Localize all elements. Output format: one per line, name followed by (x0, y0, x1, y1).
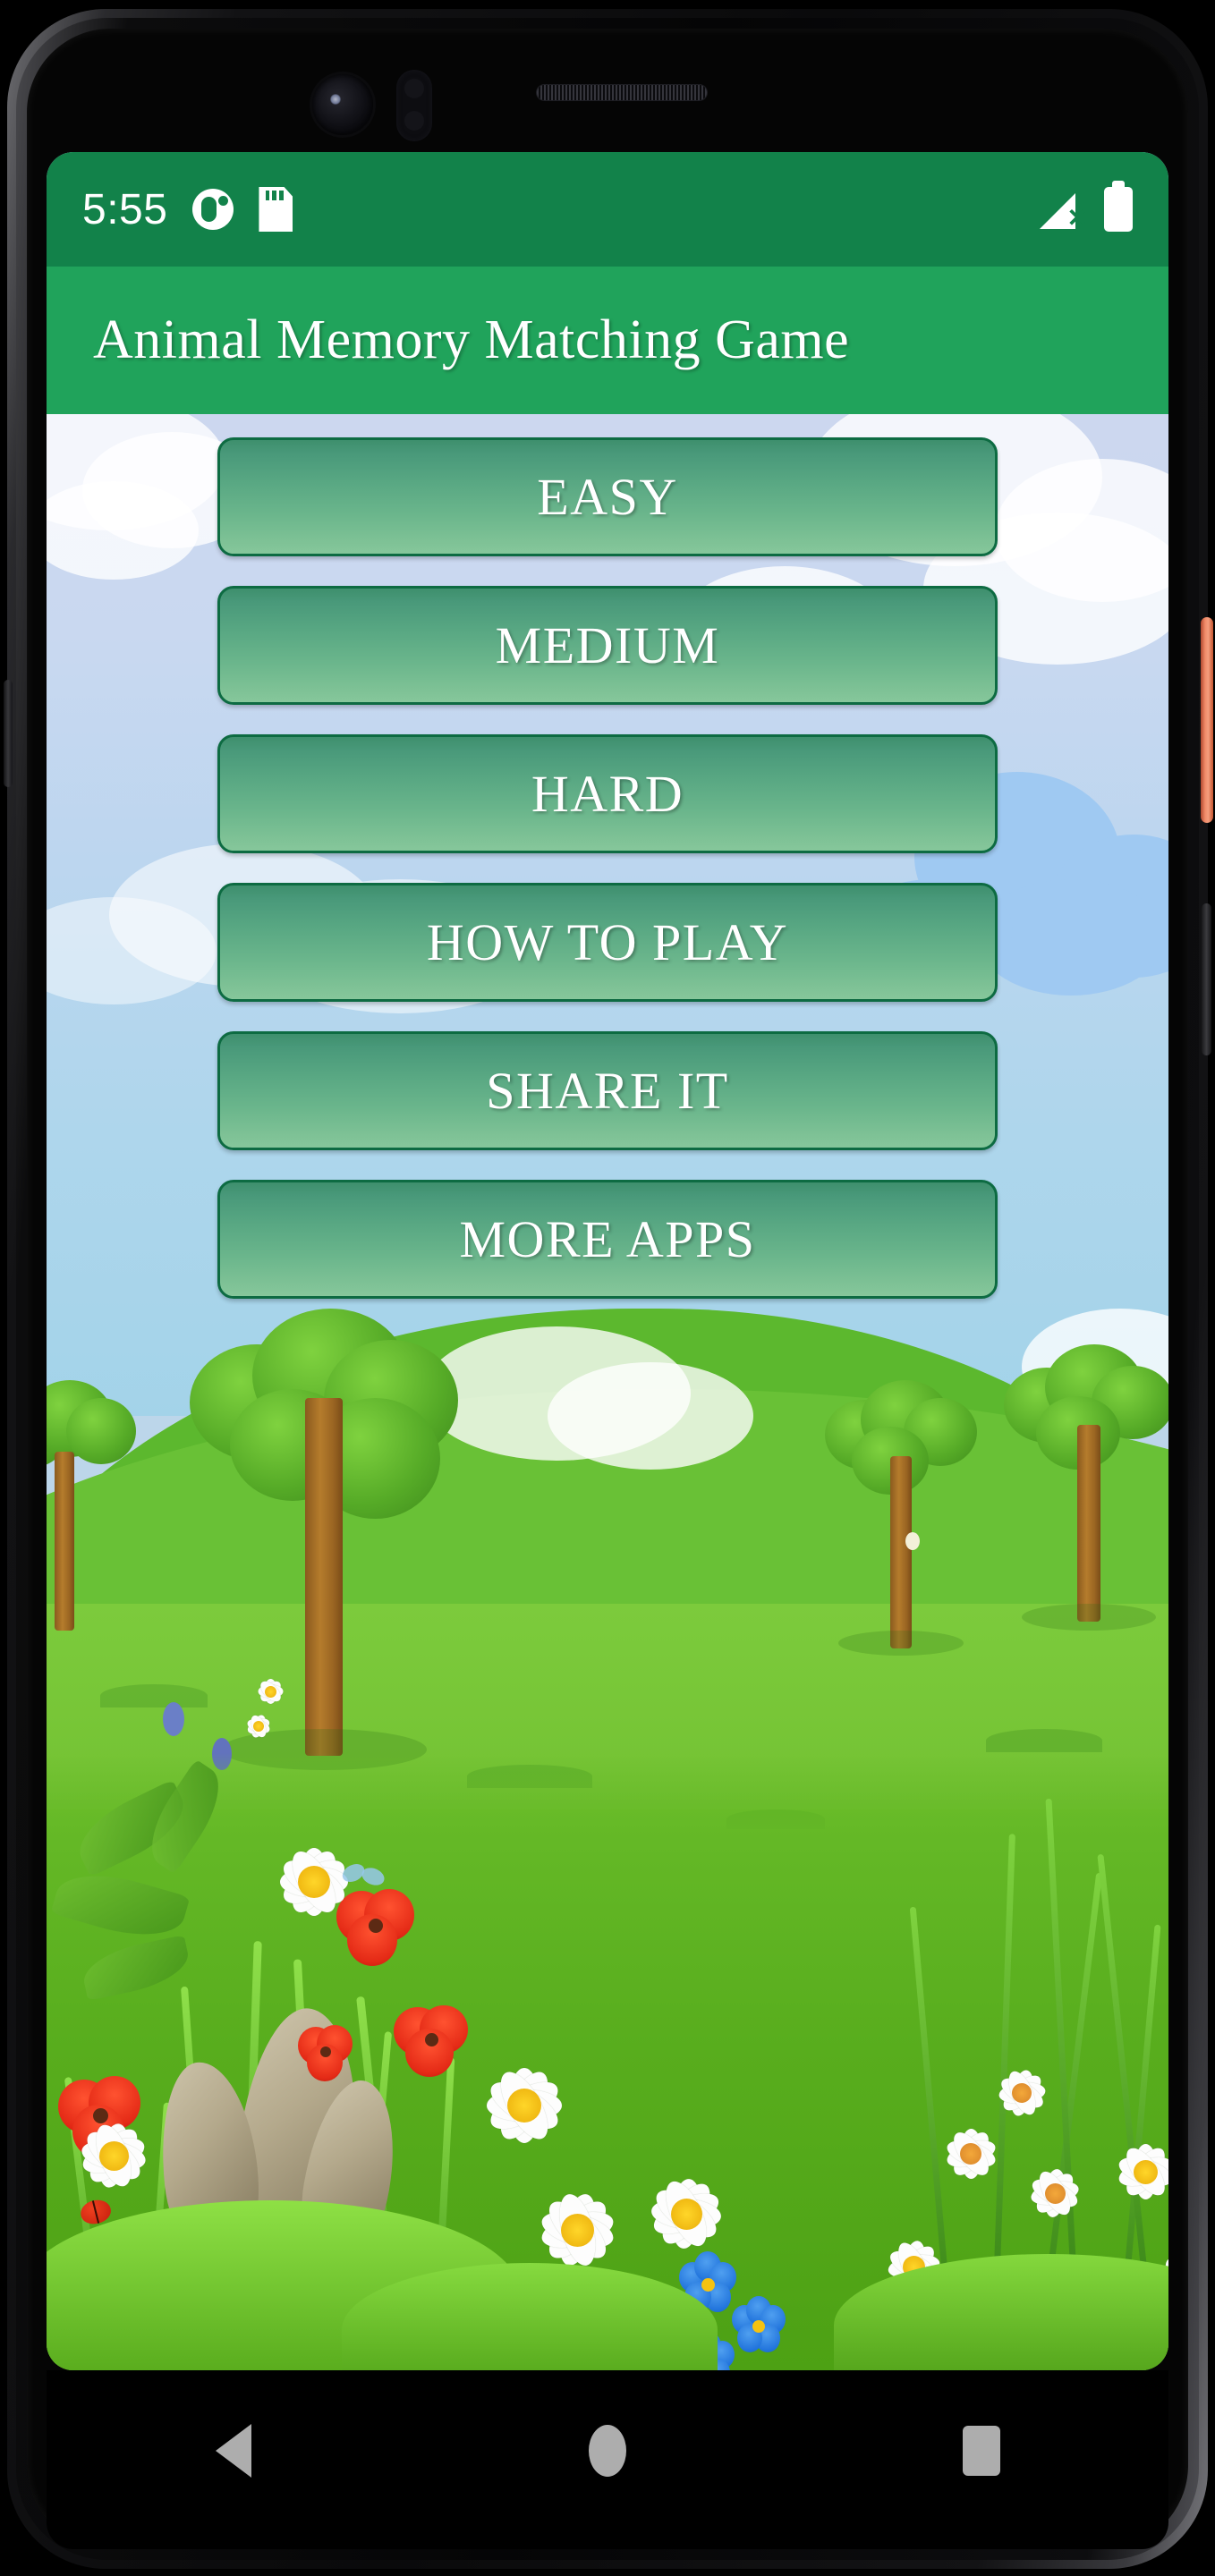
nav-back-button[interactable] (180, 2419, 287, 2482)
nav-home-button[interactable] (554, 2419, 661, 2482)
main-menu: EASY MEDIUM HARD HOW TO PLAY SHARE IT MO… (47, 414, 1168, 1299)
flower-meadow (47, 1753, 1168, 2370)
butterfly-icon (339, 1860, 388, 1901)
status-bar: 5:55 ✕ (47, 152, 1168, 267)
android-navigation-bar (47, 2370, 1168, 2549)
sd-card-icon (259, 187, 293, 232)
poppy-flower (391, 1999, 472, 2080)
medium-button[interactable]: MEDIUM (217, 586, 998, 705)
cloud-white (548, 1362, 753, 1470)
daisy-flower (467, 2048, 582, 2163)
phone-device-frame: 5:55 ✕ Animal Memory Matching Game EASY (0, 0, 1215, 2576)
nav-recents-button[interactable] (928, 2419, 1035, 2482)
grass-tuft (100, 1684, 208, 1707)
back-triangle-icon (216, 2424, 251, 2478)
share-it-button[interactable]: SHARE IT (217, 1031, 998, 1150)
daisy-flower (1017, 2156, 1092, 2231)
tree-icon (190, 1309, 458, 1756)
more-apps-button-label: MORE APPS (459, 1210, 756, 1268)
app-notification-icon (192, 189, 234, 230)
tree-icon (825, 1380, 977, 1648)
ball-dot (905, 1532, 920, 1550)
earpiece-speaker-icon (537, 85, 707, 100)
status-bar-left: 5:55 (82, 185, 293, 234)
daisy-flower (1102, 2129, 1168, 2215)
proximity-sensor-icon (396, 70, 432, 141)
tree-icon (47, 1380, 136, 1631)
grass-tuft (986, 1729, 1102, 1752)
front-camera-icon (312, 74, 373, 135)
more-apps-button[interactable]: MORE APPS (217, 1180, 998, 1299)
power-button[interactable] (1201, 617, 1213, 823)
tree-shadow (838, 1631, 964, 1656)
easy-button-label: EASY (537, 468, 678, 526)
status-bar-clock: 5:55 (82, 185, 168, 233)
tree-icon (1004, 1344, 1168, 1622)
daisy-flower (986, 2057, 1058, 2129)
daisy-flower (64, 2106, 163, 2205)
phone-screen: 5:55 ✕ Animal Memory Matching Game EASY (47, 152, 1168, 2370)
daisy-flower (242, 1709, 276, 1743)
home-circle-icon (589, 2425, 626, 2477)
volume-button[interactable] (1202, 903, 1211, 1055)
easy-button[interactable]: EASY (217, 437, 998, 556)
page-title: Animal Memory Matching Game (93, 309, 850, 370)
poppy-flower (295, 2021, 356, 2082)
leaf-shape (50, 1861, 191, 1949)
flower-dot-blue (163, 1702, 184, 1736)
hard-button[interactable]: HARD (217, 734, 998, 853)
daisy-flower (252, 1674, 288, 1709)
recents-square-icon (963, 2426, 1000, 2476)
left-side-button[interactable] (4, 680, 13, 787)
status-bar-right: ✕ (1040, 181, 1133, 232)
signal-x-label: ✕ (1066, 204, 1088, 232)
battery-full-icon (1104, 181, 1133, 232)
how-to-play-button-label: HOW TO PLAY (426, 913, 789, 971)
tree-shadow (1022, 1604, 1156, 1631)
how-to-play-button[interactable]: HOW TO PLAY (217, 883, 998, 1002)
signal-no-service-icon: ✕ (1040, 190, 1088, 231)
medium-button-label: MEDIUM (495, 616, 720, 674)
share-it-button-label: SHARE IT (486, 1062, 729, 1120)
app-bar: Animal Memory Matching Game (47, 267, 1168, 414)
leaf-shape (79, 1935, 193, 2001)
hard-button-label: HARD (531, 765, 684, 823)
